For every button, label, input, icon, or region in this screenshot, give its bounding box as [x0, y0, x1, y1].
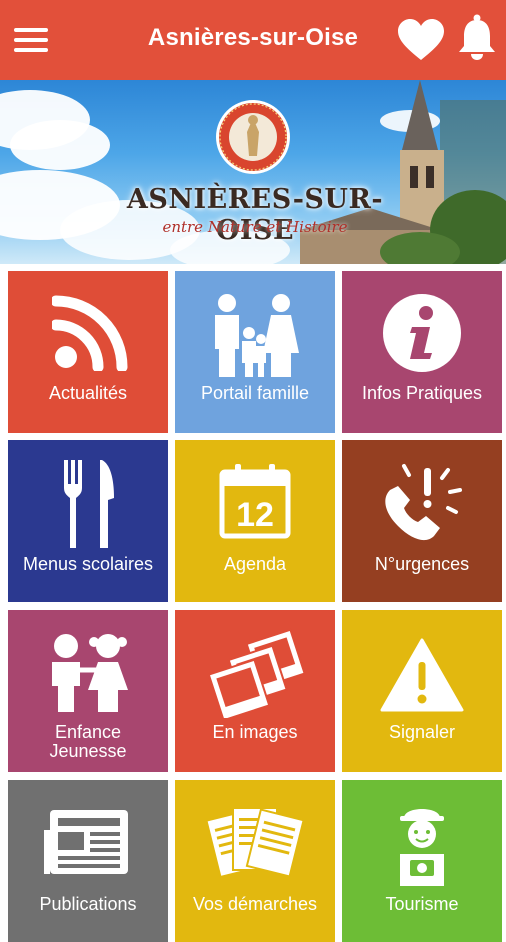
warning-icon [380, 638, 464, 712]
banner-tagline: entre Nature et Histoire [162, 218, 348, 236]
newspaper-icon [44, 810, 128, 874]
tile-signaler[interactable]: Signaler [342, 610, 502, 772]
menu-grid: Actualités Portail famille Infos Pratiqu… [0, 264, 506, 942]
tile-enfance-jeunesse[interactable]: Enfance Jeunesse [8, 610, 168, 772]
notifications-button[interactable] [456, 14, 498, 60]
favorites-button[interactable] [396, 18, 446, 62]
tile-label-line2: Jeunesse [49, 741, 127, 761]
emergency-phone-icon [385, 464, 462, 541]
tile-portail-famille[interactable]: Portail famille [175, 271, 335, 433]
tile-urgences[interactable]: N°urgences [342, 440, 502, 602]
tile-label: Menus scolaires [22, 554, 154, 574]
app-header: Asnières-sur-Oise [0, 0, 506, 80]
tile-infos-pratiques[interactable]: Infos Pratiques [342, 271, 502, 433]
tile-label: En images [212, 722, 298, 742]
town-banner: ASNIÈRES-SUR-OISE entre Nature et Histoi… [0, 80, 506, 264]
tile-menus-scolaires[interactable]: Menus scolaires [8, 440, 168, 602]
tile-publications[interactable]: Publications [8, 780, 168, 942]
children-icon [52, 634, 128, 712]
calendar-day: 12 [236, 496, 274, 534]
tourist-icon [400, 809, 444, 886]
tile-label: Tourisme [385, 894, 459, 914]
tile-label: N°urgences [374, 554, 470, 574]
cloud [10, 120, 110, 170]
family-icon [215, 294, 299, 377]
banner-town-name: ASNIÈRES-SUR-OISE [126, 184, 384, 246]
tile-label: Portail famille [200, 383, 310, 403]
tile-actualites[interactable]: Actualités [8, 271, 168, 433]
tile-vos-demarches[interactable]: Vos démarches [175, 780, 335, 942]
heart-icon [398, 19, 444, 60]
documents-icon [207, 807, 303, 879]
bell-icon [459, 14, 495, 60]
town-seal-logo [216, 100, 290, 174]
tile-agenda[interactable]: 12 Agenda [175, 440, 335, 602]
tile-label: Publications [39, 894, 137, 914]
tile-label: Infos Pratiques [361, 383, 483, 403]
info-icon [383, 294, 461, 372]
tile-label: Actualités [48, 383, 128, 403]
tile-en-images[interactable]: En images [175, 610, 335, 772]
tile-label: Signaler [388, 722, 456, 742]
tile-label: Vos démarches [192, 894, 318, 914]
calendar-icon: 12 [219, 464, 291, 539]
fork-knife-icon [64, 460, 114, 548]
photos-icon [207, 628, 305, 718]
tile-label-line1: Enfance [54, 722, 122, 742]
tile-label: Agenda [223, 554, 287, 574]
tile-tourisme[interactable]: Tourisme [342, 780, 502, 942]
rss-feed-icon [52, 295, 128, 371]
